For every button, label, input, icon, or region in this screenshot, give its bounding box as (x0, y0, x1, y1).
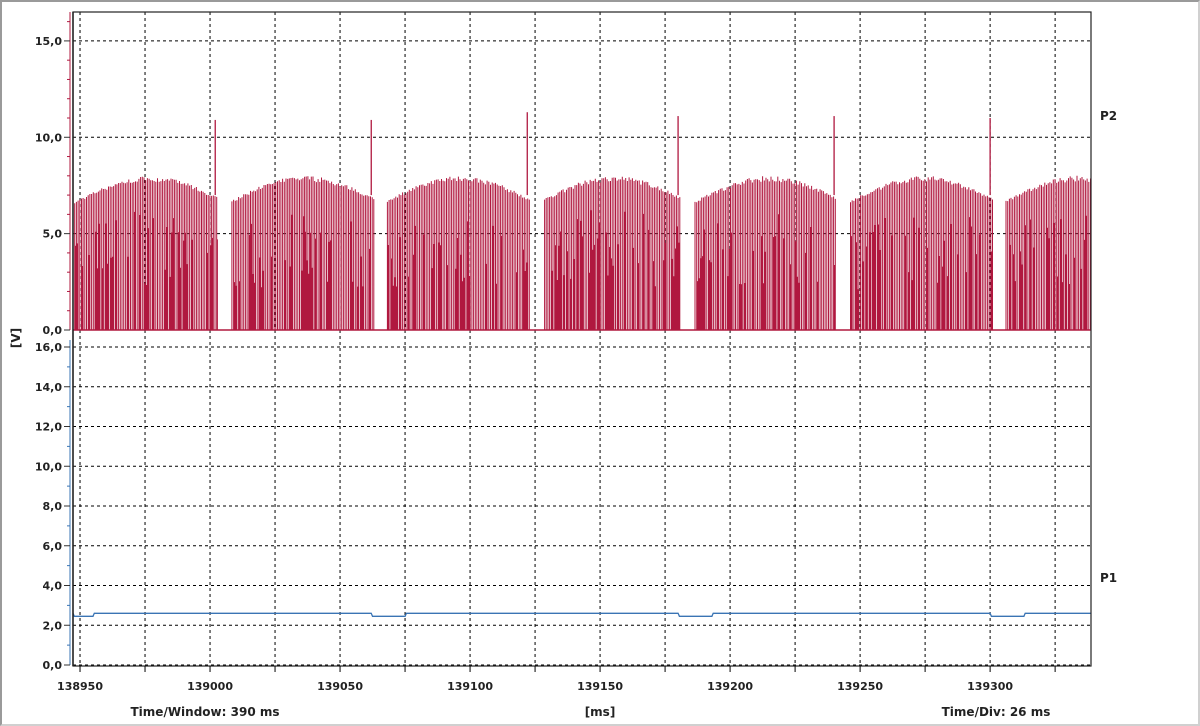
y-tick-label: 2,0 (43, 619, 63, 632)
x-tick-label: 139250 (837, 680, 883, 693)
y-tick-label: 6,0 (43, 540, 63, 553)
y-tick-label: 14,0 (35, 381, 62, 394)
y-tick-label: 4,0 (43, 580, 63, 593)
plot-border (72, 11, 1092, 667)
time-div-label: Time/Div: 26 ms (942, 705, 1051, 719)
panel-label-p1: P1 (1100, 571, 1117, 585)
axes: 138950 139000 139050 139100 139150 139200 1392… (35, 12, 1056, 693)
x-tick-label: 139100 (447, 680, 493, 693)
traces (72, 112, 1091, 617)
x-tick-label: 139200 (707, 680, 753, 693)
x-axis-unit: [ms] (585, 705, 616, 719)
y-tick-label: 10,0 (35, 460, 62, 473)
y-tick-label: 8,0 (43, 500, 63, 513)
y-tick-label: 0,0 (43, 324, 63, 337)
x-tick-label: 139150 (577, 680, 623, 693)
y-tick-label: 0,0 (43, 659, 63, 672)
grid (73, 12, 1091, 666)
x-tick-label: 138950 (57, 680, 103, 693)
x-tick-label: 139000 (187, 680, 233, 693)
y-tick-label: 5,0 (43, 228, 63, 241)
trace-p2-pulses (72, 175, 1091, 330)
time-window-label: Time/Window: 390 ms (131, 705, 280, 719)
panel-label-p2: P2 (1100, 109, 1117, 123)
oscilloscope-chart: 138950 139000 139050 139100 139150 139200 1392… (9, 11, 1117, 719)
x-tick-label: 139050 (317, 680, 363, 693)
y-tick-label: 15,0 (35, 35, 62, 48)
x-tick-label: 139300 (967, 680, 1013, 693)
y-axis-unit: [V] (9, 328, 23, 348)
y-tick-label: 12,0 (35, 421, 62, 434)
y-tick-label: 16,0 (35, 341, 62, 354)
y-tick-label: 10,0 (35, 131, 62, 144)
trace-p1 (72, 612, 1091, 617)
